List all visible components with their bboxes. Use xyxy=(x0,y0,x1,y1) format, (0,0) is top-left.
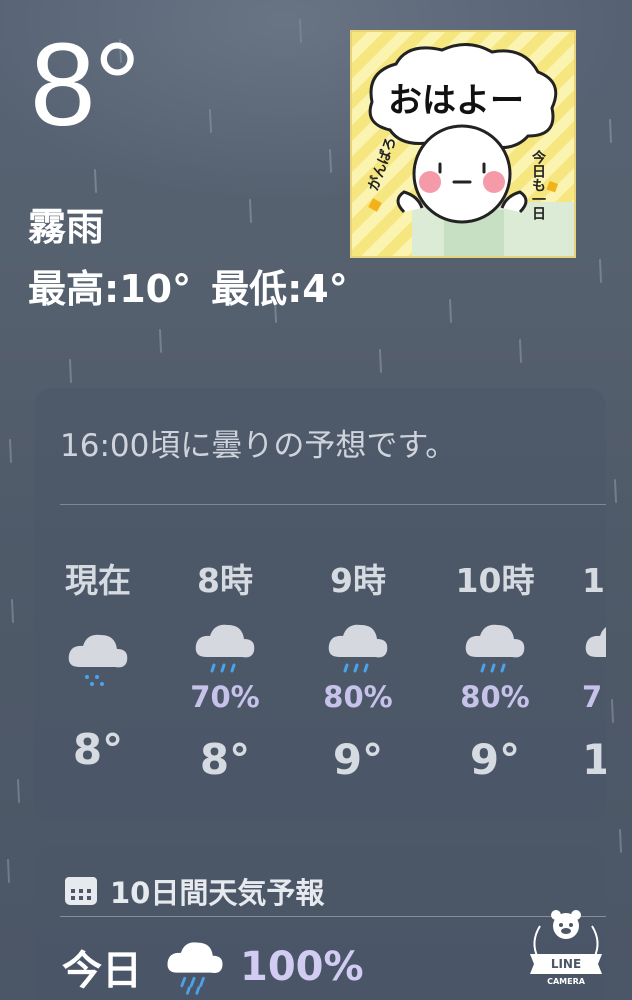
hour-temperature: 8° xyxy=(199,735,251,784)
precipitation-chance: 70% xyxy=(190,680,260,714)
hour-temperature: 9° xyxy=(332,735,384,784)
cloud-rain-icon xyxy=(195,624,255,673)
greeting-sticker-image: おはよー がんばろ 今日も一日 xyxy=(350,30,576,258)
hour-item[interactable]: 10時 80% 9° xyxy=(440,564,550,781)
calendar-icon xyxy=(65,877,97,905)
sticker-greeting-text: おはよー xyxy=(388,81,524,121)
cloud-drizzle-icon xyxy=(68,634,128,686)
cloud-rain-icon xyxy=(465,624,525,673)
hour-item[interactable]: 9時 80% 9° xyxy=(303,564,413,781)
precipitation-chance: 7 xyxy=(582,680,603,714)
precipitation-chance: 80% xyxy=(460,680,530,714)
weather-condition: 霧雨 xyxy=(28,205,105,249)
hour-label: 10時 xyxy=(455,561,535,600)
low-temperature: 最低:4° xyxy=(211,267,348,311)
current-temperature: 8° xyxy=(30,19,141,151)
hour-item-partial[interactable]: 1 7 1 xyxy=(582,564,606,781)
line-camera-watermark-logo: LINE CAMERA xyxy=(530,910,602,986)
hour-temperature: 9° xyxy=(469,735,521,784)
forecast-summary: 16:00頃に曇りの予想です。 xyxy=(60,428,457,464)
high-temperature: 最高:10° xyxy=(28,267,192,311)
ten-day-forecast-card[interactable]: 10日間天気予報 今日 100% xyxy=(34,846,606,1000)
hour-label: 8時 xyxy=(197,561,253,600)
forecast-card-title: 10日間天気予報 xyxy=(110,876,325,910)
cloud-rain-icon xyxy=(167,942,223,995)
sticker-illustration: おはよー がんばろ 今日も一日 xyxy=(352,32,574,256)
cloud-rain-icon xyxy=(328,624,388,673)
forecast-precipitation-chance: 100% xyxy=(240,944,364,990)
cloud-rain-icon xyxy=(585,627,606,657)
hour-label: 1 xyxy=(582,561,605,600)
high-low-temperatures: 最高:10° 最低:4° xyxy=(28,270,368,308)
forecast-day-label: 今日 xyxy=(62,948,142,994)
hourly-forecast-card[interactable]: 16:00頃に曇りの予想です。 現在 8° 8時 70% 8° 9時 80% 9… xyxy=(34,388,606,822)
precipitation-chance: 80% xyxy=(323,680,393,714)
hour-item[interactable]: 現在 8° xyxy=(43,564,153,771)
hour-label: 9時 xyxy=(330,561,386,600)
hour-item[interactable]: 8時 70% 8° xyxy=(170,564,280,781)
forecast-card-header: 10日間天気予報 xyxy=(64,870,324,912)
sticker-side-text: 今日も一日 xyxy=(530,149,547,221)
hour-label: 現在 xyxy=(65,561,131,600)
forecast-row-today[interactable]: 今日 100% xyxy=(62,938,364,996)
hour-temperature: 1 xyxy=(582,735,606,784)
hour-temperature: 8° xyxy=(72,725,124,774)
watermark-brand-line2: CAMERA xyxy=(547,977,586,986)
watermark-brand-line1: LINE xyxy=(551,957,581,971)
card-divider xyxy=(60,504,606,505)
